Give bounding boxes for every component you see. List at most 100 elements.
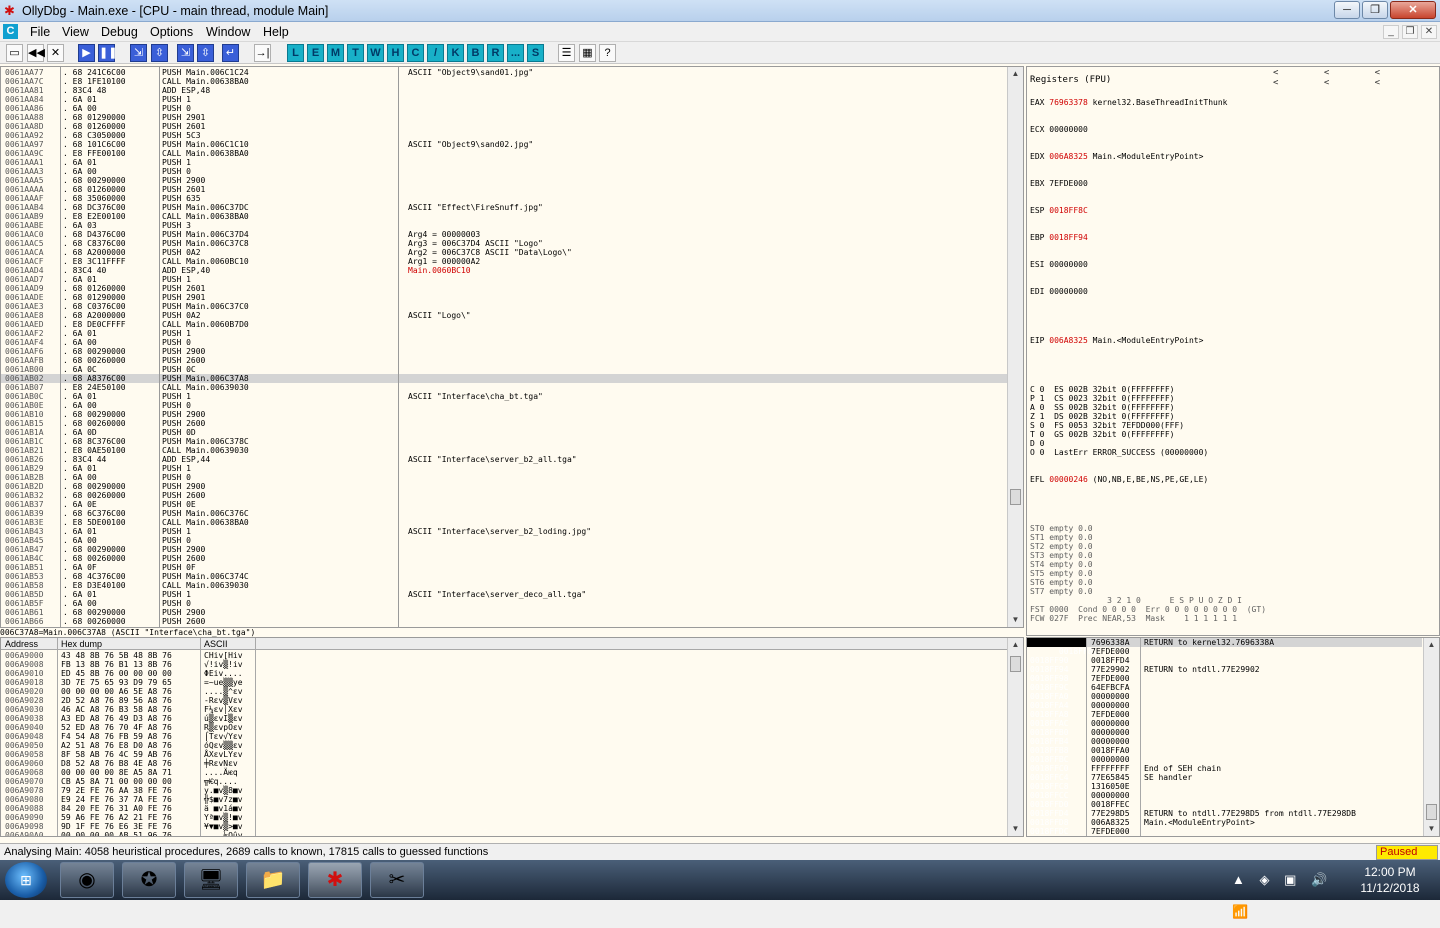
menu-debug[interactable]: Debug [101, 24, 138, 40]
handles-button[interactable]: H [387, 44, 404, 62]
dump-col-address[interactable]: Address [5, 638, 38, 650]
disasm-comment-line [408, 545, 1008, 554]
eip-register: EIP 006A8325 Main.<ModuleEntryPoint> [1030, 336, 1204, 345]
disasm-comment-line: Arg2 = 006C37C8 ASCII "Data\Logo\" [408, 248, 572, 257]
run-icon[interactable]: ▶ [78, 44, 95, 62]
log-window-button[interactable]: L [287, 44, 304, 62]
disasm-comment-line: Arg4 = 00000003 [408, 230, 481, 239]
close-program-icon[interactable]: ✕ [47, 44, 64, 62]
scroll-thumb[interactable] [1010, 656, 1021, 672]
restart-icon[interactable]: ◀◀ [27, 44, 45, 62]
memory-map-button[interactable]: M [327, 44, 344, 62]
disasm-comment-line [408, 500, 1008, 509]
minimize-button[interactable]: ─ [1334, 1, 1360, 19]
steam-icon[interactable]: ◈ [1260, 872, 1270, 887]
step-over-icon[interactable]: ⇳ [151, 44, 168, 62]
volume-icon[interactable]: 🔊 [1311, 872, 1327, 887]
scroll-up-icon[interactable]: ▲ [1424, 638, 1439, 652]
breakpoints-button[interactable]: B [467, 44, 484, 62]
chrome-icon[interactable]: ◉ [60, 862, 114, 898]
stack-scrollbar[interactable]: ▲ ▼ [1423, 638, 1439, 836]
disasm-comment-column: ASCII "Object9\sand01.jpg" ASCII "Object… [408, 68, 1008, 599]
scroll-up-icon[interactable]: ▲ [1008, 638, 1023, 652]
disasm-comment-line [408, 329, 1008, 338]
mdi-restore-button[interactable]: ❐ [1402, 25, 1418, 39]
open-icon[interactable]: ▭ [6, 44, 23, 62]
menu-view[interactable]: View [62, 24, 89, 40]
explorer-folder-icon[interactable]: 📁 [246, 862, 300, 898]
call-stack-button[interactable]: K [447, 44, 464, 62]
scroll-up-icon[interactable]: ▲ [1008, 67, 1023, 81]
show-hidden-icons-icon[interactable]: ▲ [1232, 872, 1245, 887]
column-divider[interactable] [1086, 638, 1087, 836]
column-divider[interactable] [1140, 638, 1141, 836]
go-to-icon[interactable]: →| [254, 44, 271, 62]
network-icon[interactable]: 📶 [1232, 904, 1248, 919]
disasm-comment-line [408, 374, 1008, 383]
stack-pane[interactable]: 0018FF8C 0018FF90 0018FF94 0018FF98 0018… [1026, 637, 1440, 837]
disasm-comment-line [408, 410, 1008, 419]
ollydbg-icon[interactable]: ✱ [308, 862, 362, 898]
references-button[interactable]: R [487, 44, 504, 62]
disasm-comment-line [408, 383, 1008, 392]
grid-icon[interactable]: ▦ [579, 44, 596, 62]
taskbar: ⊞ ◉ ✪ 🖥 📁 ✱ ✂ ▲ ◈ ▣ 🔊 📶 12:00 PM 11/12/2… [0, 860, 1440, 919]
column-divider[interactable] [57, 638, 58, 836]
disasm-comment-line [408, 338, 1008, 347]
threads-button[interactable]: T [347, 44, 364, 62]
help-icon[interactable]: ? [599, 44, 616, 62]
mdi-minimize-button[interactable]: _ [1383, 25, 1399, 39]
scroll-down-icon[interactable]: ▼ [1424, 822, 1439, 836]
disasm-comment-line [408, 563, 1008, 572]
list-icon[interactable]: ☰ [558, 44, 575, 62]
column-divider[interactable] [200, 638, 201, 836]
run-trace-button[interactable]: ... [507, 44, 524, 62]
column-divider[interactable] [398, 67, 399, 627]
dump-col-hex[interactable]: Hex dump [61, 638, 102, 650]
close-button[interactable]: ✕ [1390, 1, 1436, 19]
disasm-comment-line [408, 347, 1008, 356]
menu-help[interactable]: Help [263, 24, 289, 40]
tools-icon[interactable]: ✂ [370, 862, 424, 898]
cpu-window-icon[interactable]: C [3, 24, 18, 39]
execute-till-return-icon[interactable]: ↵ [222, 44, 239, 62]
trace-into-icon[interactable]: ⇲ [177, 44, 194, 62]
disasm-comment-line [408, 509, 1008, 518]
trace-over-icon[interactable]: ⇳ [197, 44, 214, 62]
column-divider[interactable] [159, 67, 160, 627]
menu-options[interactable]: Options [150, 24, 193, 40]
start-button[interactable]: ⊞ [5, 862, 47, 898]
clock-time: 12:00 PM [1364, 865, 1416, 879]
column-divider[interactable] [60, 67, 61, 627]
disasm-comment-line: Main.0060BC10 [408, 266, 471, 275]
column-divider[interactable] [255, 638, 256, 836]
disasm-scrollbar[interactable]: ▲ ▼ [1007, 67, 1023, 627]
disasm-comment-line [408, 518, 1008, 527]
disassembly-pane[interactable]: 0061AA77 0061AA7C 0061AA81 0061AA84 0061… [0, 66, 1024, 628]
scroll-down-icon[interactable]: ▼ [1008, 822, 1023, 836]
maximize-button[interactable]: ❐ [1362, 1, 1388, 19]
hex-dump-pane[interactable]: Address Hex dump ASCII 006A9000 006A9008… [0, 637, 1024, 837]
general-registers: EAX 76963378 kernel32.BaseThreadInitThun… [1030, 80, 1430, 635]
dump-col-ascii[interactable]: ASCII [204, 638, 228, 650]
dump-scrollbar[interactable]: ▲ ▼ [1007, 638, 1023, 836]
scroll-down-icon[interactable]: ▼ [1008, 613, 1023, 627]
mdi-close-button[interactable]: ✕ [1421, 25, 1437, 39]
disasm-comment-line [408, 221, 1008, 230]
menu-window[interactable]: Window [206, 24, 250, 40]
windows-button[interactable]: W [367, 44, 384, 62]
bandicam-icon[interactable]: ✪ [122, 862, 176, 898]
menu-file[interactable]: File [30, 24, 50, 40]
pause-icon[interactable]: ❚❚ [98, 44, 117, 62]
cpu-button[interactable]: C [407, 44, 424, 62]
scroll-thumb[interactable] [1426, 804, 1437, 820]
patches-button[interactable]: / [427, 44, 444, 62]
clock[interactable]: 12:00 PM 11/12/2018 [1355, 864, 1425, 896]
source-button[interactable]: S [527, 44, 544, 62]
remote-desktop-icon[interactable]: 🖥 [184, 862, 238, 898]
scroll-thumb[interactable] [1010, 489, 1021, 505]
executable-modules-button[interactable]: E [307, 44, 324, 62]
tray-app-icon[interactable]: ▣ [1284, 872, 1296, 887]
registers-pane[interactable]: Registers (FPU) < < < < < < EAX 76963378… [1026, 66, 1440, 636]
step-into-icon[interactable]: ⇲ [130, 44, 147, 62]
